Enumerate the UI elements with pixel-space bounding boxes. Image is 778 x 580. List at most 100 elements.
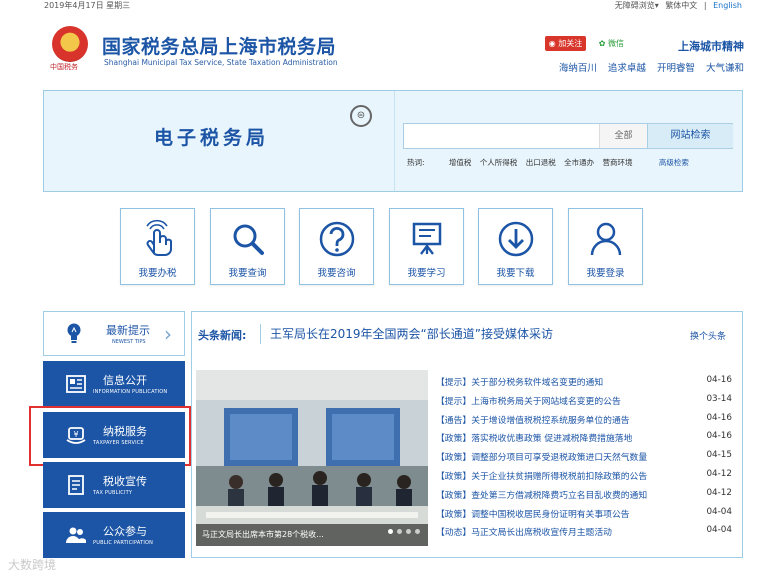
wechat-label: 微信 [608, 39, 624, 48]
news-panel: 头条新闻: 王军局长在2019年全国两会“部长通道”接受媒体采访 换个头条 马正… [191, 311, 743, 558]
news-item[interactable]: 【政策】调整部分项目可享受退税政策进口天然气数量 04-15 [436, 447, 732, 466]
news-item[interactable]: 【提示】关于部分税务软件域名变更的通知 04-16 [436, 372, 732, 391]
english-link[interactable]: English [713, 1, 742, 10]
hotword-link[interactable]: 个人所得税 [480, 158, 518, 167]
current-date: 2019年4月17日 星期三 [44, 1, 131, 10]
headline-divider [260, 324, 261, 344]
quick-link-consult[interactable]: 我要咨询 [299, 208, 374, 285]
swap-headline-link[interactable]: 换个头条 [690, 329, 726, 342]
sidebar-item-label: 公众参与 [103, 525, 147, 538]
news-date: 04-04 [706, 525, 732, 536]
user-icon [590, 222, 621, 256]
news-date: 03-14 [706, 393, 732, 404]
news-item[interactable]: 【政策】查处第三方借减税降费巧立名目乱收费的通知 04-12 [436, 485, 732, 504]
news-item[interactable]: 【政策】关于企业扶贫捐赠所得税税前扣除政策的公告 04-12 [436, 466, 732, 485]
carousel-dot[interactable] [388, 529, 393, 534]
site-subtitle: Shanghai Municipal Tax Service, State Ta… [104, 58, 338, 67]
carousel-dot[interactable] [397, 529, 402, 534]
newest-tips-title: 最新提示 [106, 324, 150, 337]
news-date: 04-04 [706, 506, 732, 517]
etax-entry[interactable]: 电子税务局 ⊜ [44, 91, 394, 191]
quick-link-label: 我要下载 [496, 268, 535, 279]
people-icon [66, 527, 86, 543]
news-item[interactable]: 【通告】关于增设增值税税控系统服务单位的通告 04-16 [436, 410, 732, 429]
city-spirit-title: 上海城市精神 [678, 40, 744, 53]
quick-link-label: 我要查询 [228, 268, 267, 279]
quick-link-label: 我要办税 [138, 268, 177, 279]
highlight-frame [29, 406, 191, 466]
site-title[interactable]: 国家税务总局上海市税务局 [102, 32, 336, 59]
top-links: 无障碍浏览▾ 繁体中文 | English [611, 0, 742, 11]
weibo-follow-button[interactable]: ◉ 加关注 [544, 36, 587, 51]
news-photo-carousel[interactable]: 马正文局长出席本市第28个税收... [196, 370, 428, 546]
news-item[interactable]: 【动态】马正文局长出席税收宣传月主题活动 04-04 [436, 522, 732, 541]
carousel-dot[interactable] [406, 529, 411, 534]
sidebar-item-public-participation[interactable]: 公众参与 PUBLIC PARTICIPATION [43, 512, 185, 558]
quick-link-download[interactable]: 我要下载 [478, 208, 553, 285]
emblem-caption: 中国税务 [50, 63, 78, 71]
quick-link-query[interactable]: 我要查询 [210, 208, 285, 285]
headline-link[interactable]: 王军局长在2019年全国两会“部长通道”接受媒体采访 [270, 325, 553, 342]
lightbulb-icon [67, 323, 81, 343]
news-title[interactable]: 【政策】调整中国税收居民身份证明有关事项公告 [436, 507, 686, 520]
news-date: 04-16 [706, 412, 732, 423]
quick-link-login[interactable]: 我要登录 [568, 208, 643, 285]
carousel-dot[interactable] [415, 529, 420, 534]
quick-link-handle-tax[interactable]: 我要办税 [120, 208, 195, 285]
qr-code-icon[interactable]: ⊜ [350, 105, 372, 127]
hotword-link[interactable]: 增值税 [449, 158, 472, 167]
weibo-icon: ◉ [548, 39, 559, 48]
hotwords-row: 热词: 增值税 个人所得税 出口退税 全市通办 营商环境 高级检索 [407, 157, 689, 168]
news-item[interactable]: 【提示】上海市税务局关于网站域名变更的公告 03-14 [436, 391, 732, 410]
sidebar-item-label: 信息公开 [103, 374, 147, 387]
news-item[interactable]: 【政策】调整中国税收居民身份证明有关事项公告 04-04 [436, 504, 732, 523]
sidebar-item-tax-publicity[interactable]: 税收宣传 TAX PUBLICITY [43, 462, 185, 508]
news-title[interactable]: 【政策】调整部分项目可享受退税政策进口天然气数量 [436, 450, 686, 463]
sidebar-item-sublabel: PUBLIC PARTICIPATION [93, 540, 154, 546]
search-input[interactable] [404, 124, 599, 148]
search-box: 全部 网站检索 [403, 123, 733, 149]
newspaper-icon [66, 375, 86, 393]
news-date: 04-12 [706, 468, 732, 479]
news-title[interactable]: 【动态】马正文局长出席税收宣传月主题活动 [436, 525, 686, 538]
motto-4: 大气谦和 [705, 63, 744, 74]
top-divider: | [703, 1, 707, 10]
news-title[interactable]: 【通告】关于增设增值税税控系统服务单位的通告 [436, 413, 686, 426]
easel-icon [412, 222, 441, 255]
etax-search-panel: 电子税务局 ⊜ 全部 网站检索 热词: 增值税 个人所得税 出口退税 全市通办 … [43, 90, 743, 192]
wechat-button[interactable]: ✿ 微信 [599, 39, 624, 48]
search-scope-select[interactable]: 全部 [599, 124, 647, 148]
hotword-link[interactable]: 全市通办 [564, 158, 594, 167]
sidebar-item-information[interactable]: 信息公开 INFORMATION PUBLICATION [43, 361, 185, 407]
quick-link-label: 我要学习 [407, 268, 446, 279]
etax-title[interactable]: 电子税务局 [154, 123, 269, 150]
hotword-link[interactable]: 出口退税 [526, 158, 556, 167]
news-title[interactable]: 【提示】上海市税务局关于网站域名变更的公告 [436, 394, 686, 407]
news-title[interactable]: 【提示】关于部分税务软件域名变更的通知 [436, 375, 686, 388]
news-title[interactable]: 【政策】查处第三方借减税降费巧立名目乱收费的通知 [436, 488, 686, 501]
quick-link-label: 我要登录 [586, 268, 625, 279]
news-title[interactable]: 【政策】关于企业扶贫捐赠所得税税前扣除政策的公告 [436, 469, 686, 482]
motto-2: 追求卓越 [607, 63, 646, 74]
search-icon [233, 224, 264, 255]
site-search: 全部 网站检索 热词: 增值税 个人所得税 出口退税 全市通办 营商环境 高级检… [394, 91, 742, 191]
hotword-link[interactable]: 营商环境 [602, 158, 632, 167]
news-list: 【提示】关于部分税务软件域名变更的通知 04-16 【提示】上海市税务局关于网站域… [436, 372, 732, 541]
advanced-search-link[interactable]: 高级检索 [659, 158, 689, 167]
question-icon [319, 221, 354, 257]
news-date: 04-15 [706, 450, 732, 461]
hotwords-label: 热词: [407, 158, 425, 167]
search-button[interactable]: 网站检索 [647, 124, 733, 148]
site-header: 中国税务 国家税务总局上海市税务局 Shanghai Municipal Tax… [44, 22, 744, 74]
newest-tips-tab[interactable]: 最新提示 NEWEST TIPS › [43, 311, 185, 356]
traditional-chinese-link[interactable]: 繁体中文 [665, 1, 697, 10]
headline-news: 头条新闻: 王军局长在2019年全国两会“部长通道”接受媒体采访 换个头条 [192, 312, 742, 356]
news-item[interactable]: 【政策】落实税收优惠政策 促进减税降费措施落地 04-16 [436, 428, 732, 447]
accessibility-link[interactable]: 无障碍浏览▾ [615, 1, 659, 10]
motto-3: 开明睿智 [656, 63, 695, 74]
news-title[interactable]: 【政策】落实税收优惠政策 促进减税降费措施落地 [436, 431, 686, 444]
motto-1: 海纳百川 [558, 63, 597, 74]
download-icon [498, 221, 533, 257]
quick-link-learn[interactable]: 我要学习 [389, 208, 464, 285]
headline-label: 头条新闻: [198, 329, 247, 342]
